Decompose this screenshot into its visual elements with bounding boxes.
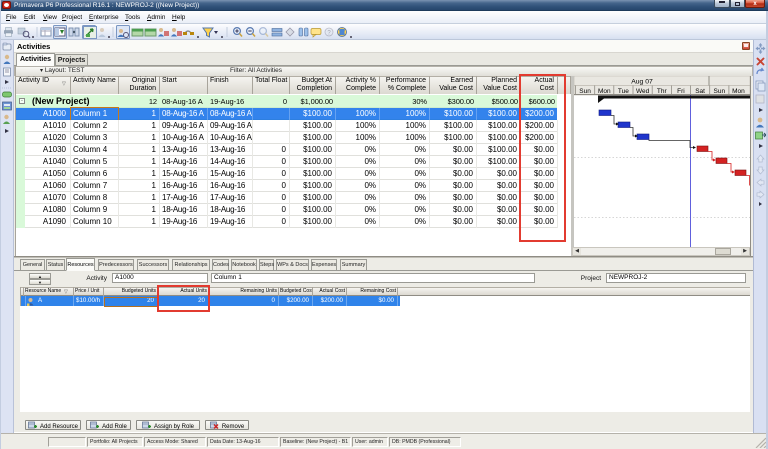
svg-text:Thr: Thr [657, 88, 668, 95]
svg-text:Fri: Fri [677, 88, 685, 95]
svg-text:Aug 07: Aug 07 [631, 79, 653, 86]
svg-text:Tue: Tue [618, 88, 629, 95]
svg-text:Sun: Sun [714, 88, 726, 95]
svg-text:Mon: Mon [732, 88, 745, 95]
svg-text:Sun: Sun [579, 88, 591, 95]
svg-text:Wed: Wed [636, 88, 650, 95]
svg-text:Mon: Mon [598, 88, 611, 95]
svg-text:Sat: Sat [695, 88, 705, 95]
